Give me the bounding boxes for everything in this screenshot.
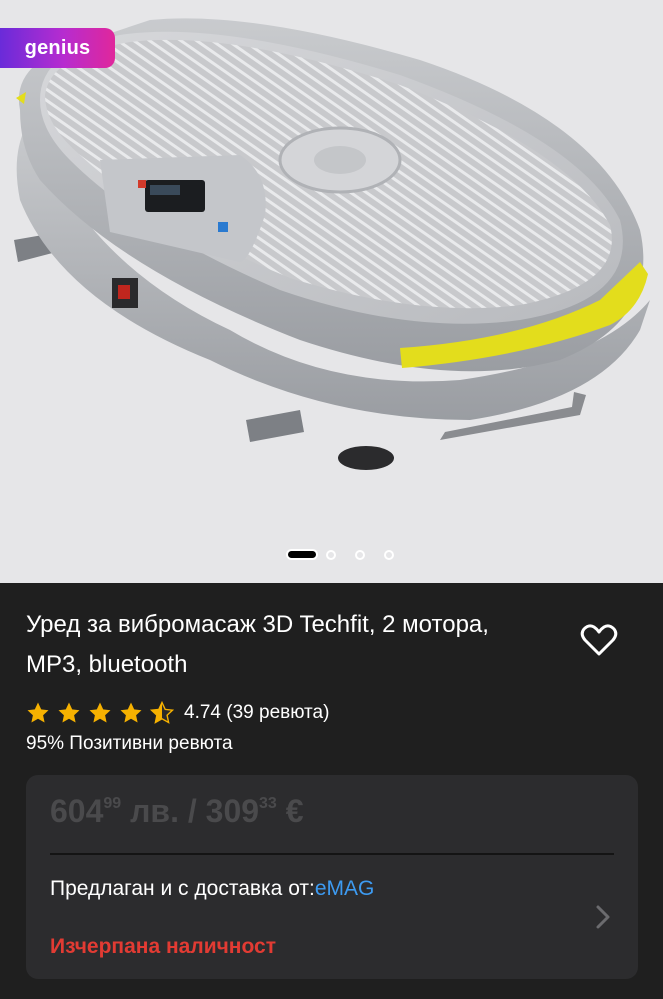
offer-card[interactable]: 60499 лв. / 30933 € Предлаган и с достав…	[26, 775, 638, 979]
divider	[50, 853, 614, 855]
positive-reviews: 95% Позитивни ревюта	[26, 733, 233, 754]
product-info: Уред за вибромасаж 3D Techfit, 2 мотора,…	[0, 583, 663, 999]
stock-status: Изчерпана наличност	[50, 935, 276, 958]
price-bgn-unit: лв.	[130, 793, 179, 829]
price-bgn-dec: 99	[103, 795, 122, 813]
carousel-indicator[interactable]	[286, 549, 413, 560]
rating-row[interactable]: 4.74 (39 ревюта)	[26, 701, 329, 725]
carousel-dot[interactable]	[384, 549, 394, 560]
seller-info: Предлаган и с доставка от:eMAG	[50, 877, 374, 901]
rating-summary[interactable]: 4.74 (39 ревюта)	[184, 702, 329, 724]
price-eur-unit: €	[285, 793, 304, 829]
star-half-icon	[150, 701, 174, 724]
price-separator: /	[187, 793, 197, 829]
seller-link[interactable]: eMAG	[315, 877, 375, 900]
product-title: Уред за вибромасаж 3D Techfit, 2 мотора,…	[26, 611, 489, 678]
star-full-icon	[89, 702, 111, 723]
star-full-icon	[120, 702, 142, 723]
price-bgn-int: 604	[50, 793, 104, 829]
carousel-dot[interactable]	[355, 549, 365, 560]
seller-prefix: Предлаган и с доставка от:	[50, 877, 315, 900]
carousel-dot[interactable]	[326, 549, 336, 560]
favorite-heart-icon[interactable]	[578, 619, 620, 661]
product-image[interactable]	[0, 0, 663, 583]
price-eur-int: 309	[205, 793, 260, 829]
price-eur-dec: 33	[259, 795, 277, 813]
carousel-dot-active[interactable]	[286, 549, 318, 560]
product-gallery[interactable]: genius	[0, 0, 663, 583]
chevron-right-icon[interactable]	[594, 903, 614, 931]
star-full-icon	[27, 702, 49, 723]
star-full-icon	[58, 702, 80, 723]
genius-badge: genius	[0, 28, 115, 68]
rating-stars	[26, 701, 181, 725]
price: 60499 лв. / 30933 €	[50, 793, 304, 830]
